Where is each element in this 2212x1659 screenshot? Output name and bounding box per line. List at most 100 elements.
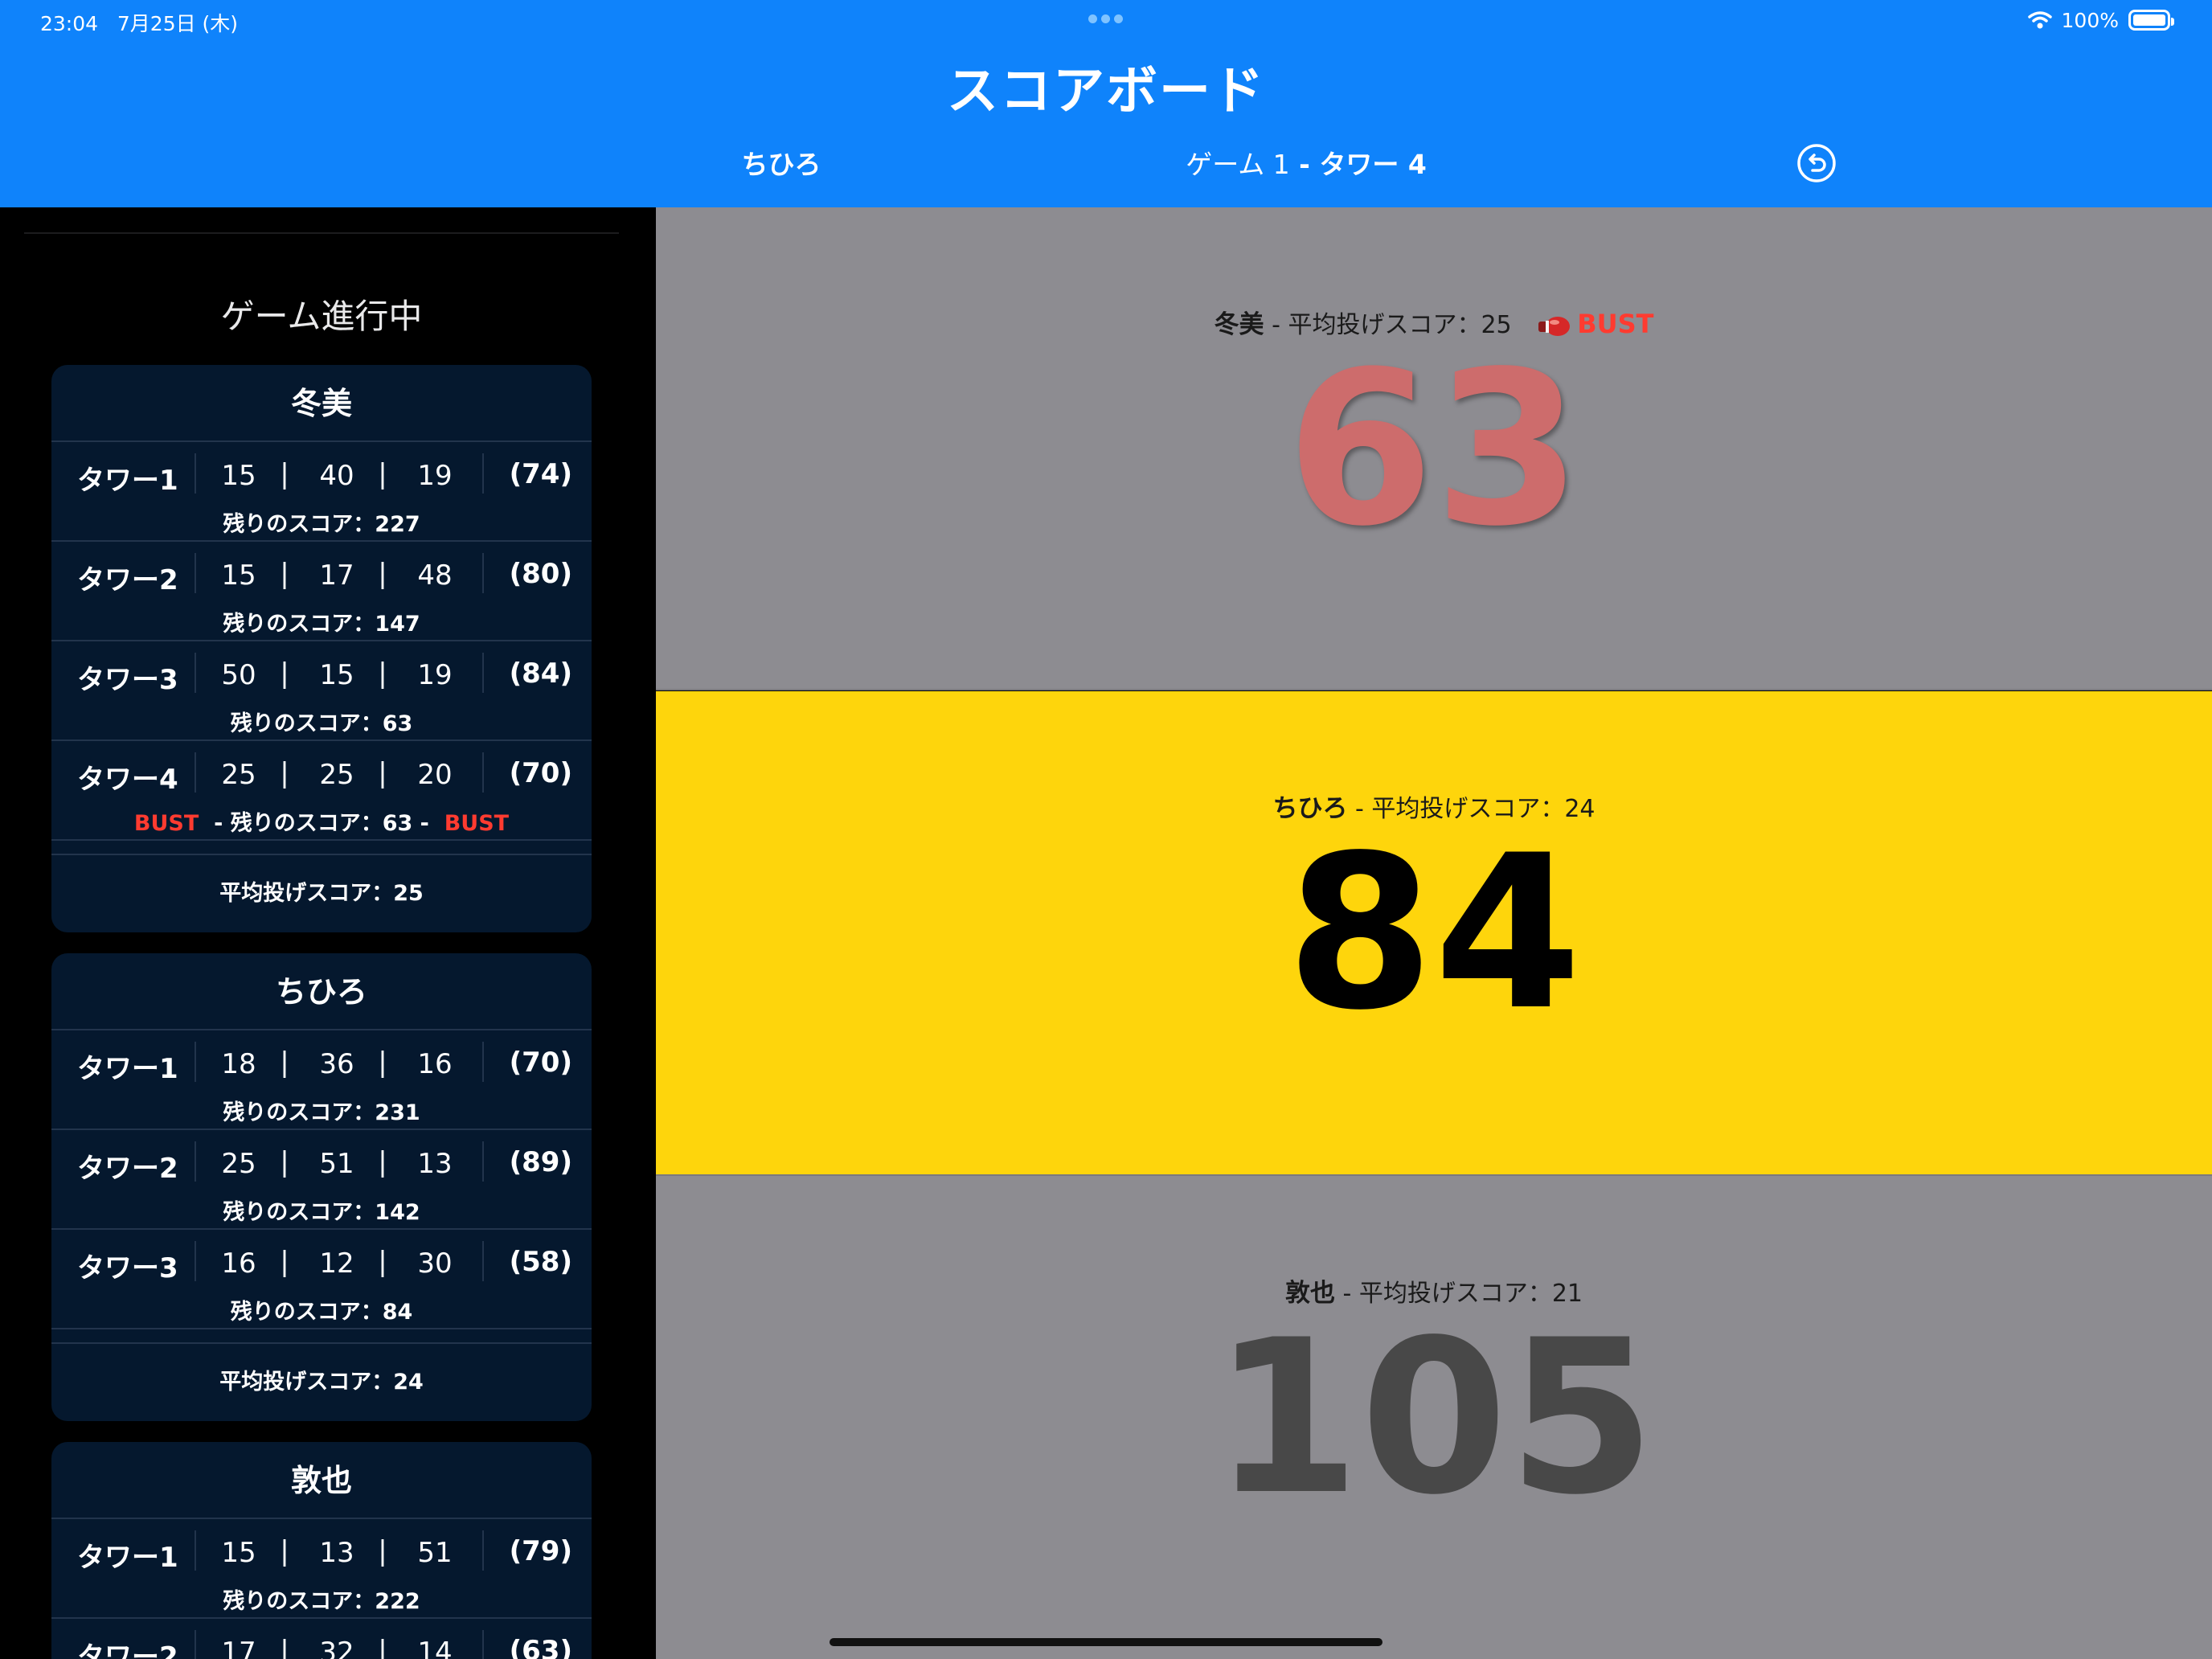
- tower-label: タワー4: [77, 764, 178, 796]
- remaining-score-large: 105: [1212, 1295, 1656, 1542]
- remaining-score-bust: BUST - 残りのスコア：63 - BUST: [51, 805, 592, 837]
- throw-score: 15: [319, 659, 354, 691]
- throw-score: 40: [319, 460, 354, 492]
- throw-score: 15: [221, 1537, 256, 1569]
- tower-row: タワー1 18 | 36 | 16 (70) 残りのスコア：231: [51, 1030, 592, 1130]
- tower-total: (74): [509, 458, 572, 490]
- throw-score: 16: [417, 1048, 453, 1080]
- throw-score: 51: [319, 1148, 354, 1180]
- throw-score: 48: [417, 559, 453, 592]
- throw-score: 51: [417, 1537, 453, 1569]
- tower-label: タワー1: [77, 1542, 178, 1574]
- average-score: 平均投げスコア：25: [51, 854, 592, 932]
- tower-row: タワー4 25 | 25 | 20 (70) BUST - 残りのスコア：63 …: [51, 741, 592, 841]
- tower-row: タワー1 15 | 13 | 51 (79) 残りのスコア：222: [51, 1519, 592, 1619]
- home-indicator[interactable]: [830, 1638, 1382, 1646]
- throw-score: 50: [221, 659, 256, 691]
- tower-row: タワー1 15 | 40 | 19 (74) 残りのスコア：227: [51, 442, 592, 542]
- player-card-chihiro: ちひろ タワー1 18 | 36 | 16 (70) 残りのスコア：231 タワ…: [51, 953, 592, 1421]
- multitasking-dots-icon[interactable]: [1088, 14, 1124, 24]
- throw-score: 12: [319, 1247, 354, 1280]
- game-tower-label: ゲーム 1 - タワー 4: [1125, 143, 1487, 182]
- throw-score: 13: [319, 1537, 354, 1569]
- wifi-icon: [2027, 11, 2052, 29]
- tower-number: - タワー 4: [1289, 149, 1427, 180]
- sidebar-divider: [24, 232, 619, 234]
- remaining-score: 残りのスコア：222: [223, 1589, 420, 1614]
- tower-row: タワー3 16 | 12 | 30 (58) 残りのスコア：84: [51, 1230, 592, 1329]
- status-time: 23:04 7月25日 (木): [40, 8, 238, 37]
- score-panel-bust: 冬美 - 平均投げスコア：25 BUST 63: [656, 207, 2212, 690]
- throw-score: 30: [417, 1247, 453, 1280]
- throw-score: 32: [319, 1636, 354, 1659]
- page-title: スコアボード: [947, 62, 1265, 121]
- average-score: 平均投げスコア：24: [51, 1342, 592, 1421]
- throw-score: 25: [221, 1148, 256, 1180]
- tower-total: (63): [509, 1635, 572, 1659]
- tower-label: タワー2: [77, 564, 178, 596]
- throw-score: 17: [221, 1636, 256, 1659]
- score-panel: 敦也 - 平均投げスコア：21 105: [656, 1174, 2212, 1659]
- throw-score: 15: [221, 460, 256, 492]
- tower-label: タワー2: [77, 1153, 178, 1185]
- tower-row: タワー2 15 | 17 | 48 (80) 残りのスコア：147: [51, 542, 592, 641]
- tower-row: タワー2 17 | 32 | 14 (63): [51, 1619, 592, 1659]
- remaining-score: - 残りのスコア：63 -: [214, 811, 429, 836]
- remaining-score-large: 63: [1286, 326, 1582, 573]
- status-date: 7月25日 (木): [117, 12, 239, 35]
- remaining-score: 残りのスコア：142: [223, 1200, 420, 1225]
- remaining-score: 残りのスコア：227: [223, 512, 420, 537]
- throw-score: 15: [221, 559, 256, 592]
- tower-label: タワー1: [77, 465, 178, 497]
- bust-tag: BUST: [133, 811, 199, 836]
- throw-score: 20: [417, 759, 453, 791]
- tower-label: タワー2: [77, 1641, 178, 1659]
- sidebar[interactable]: ゲーム進行中 冬美 タワー1 15 | 40 | 19 (74) 残りのスコア：…: [0, 207, 656, 1659]
- battery-icon: [2128, 10, 2174, 31]
- tower-total: (58): [509, 1246, 572, 1278]
- tower-label: タワー3: [77, 664, 178, 696]
- panel-player-name: 冬美: [1214, 310, 1264, 339]
- bust-tag: BUST: [444, 811, 510, 836]
- player-card-fuyumi: 冬美 タワー1 15 | 40 | 19 (74) 残りのスコア：227 タワー…: [51, 365, 592, 932]
- throw-score: 16: [221, 1247, 256, 1280]
- throw-score: 25: [221, 759, 256, 791]
- remaining-score-large: 84: [1286, 810, 1582, 1057]
- current-player-label: ちひろ: [741, 149, 821, 180]
- throw-score: 18: [221, 1048, 256, 1080]
- remaining-score: 残りのスコア：147: [223, 612, 420, 637]
- score-panels: 冬美 - 平均投げスコア：25 BUST 63 ちひろ - 平均投げスコア：24…: [656, 207, 2212, 1659]
- undo-icon[interactable]: [1796, 143, 1837, 183]
- tower-row: タワー2 25 | 51 | 13 (89) 残りのスコア：142: [51, 1130, 592, 1230]
- tower-total: (89): [509, 1146, 572, 1178]
- throw-score: 17: [319, 559, 354, 592]
- status-indicators: 100%: [2027, 6, 2174, 34]
- throw-score: 19: [417, 659, 453, 691]
- tower-label: タワー3: [77, 1252, 178, 1284]
- player-name: 敦也: [51, 1442, 592, 1519]
- tower-total: (84): [509, 657, 572, 690]
- tower-total: (80): [509, 558, 572, 590]
- remaining-score: 残りのスコア：63: [230, 711, 413, 736]
- status-clock: 23:04: [40, 12, 99, 35]
- throw-score: 36: [319, 1048, 354, 1080]
- player-name: 冬美: [51, 365, 592, 442]
- tower-row: タワー3 50 | 15 | 19 (84) 残りのスコア：63: [51, 641, 592, 741]
- bust-badge: BUST: [1577, 309, 1654, 339]
- player-card-atsuya: 敦也 タワー1 15 | 13 | 51 (79) 残りのスコア：222 タワー…: [51, 1442, 592, 1659]
- tower-total: (70): [509, 757, 572, 789]
- battery-percent: 100%: [2061, 8, 2119, 32]
- remaining-score: 残りのスコア：84: [230, 1300, 413, 1325]
- remaining-score: 残りのスコア：231: [223, 1100, 420, 1125]
- score-panel-active: ちひろ - 平均投げスコア：24 84: [656, 691, 2212, 1174]
- navigation-header: 23:04 7月25日 (木) 100% スコアボード ちひろ ゲーム 1 - …: [0, 0, 2212, 207]
- throw-score: 14: [417, 1636, 453, 1659]
- tower-total: (79): [509, 1535, 572, 1567]
- tower-total: (70): [509, 1047, 572, 1079]
- throw-score: 13: [417, 1148, 453, 1180]
- tower-label: タワー1: [77, 1053, 178, 1085]
- throw-score: 19: [417, 460, 453, 492]
- game-number: ゲーム 1: [1186, 149, 1290, 180]
- sidebar-heading: ゲーム進行中: [220, 297, 423, 336]
- throw-score: 25: [319, 759, 354, 791]
